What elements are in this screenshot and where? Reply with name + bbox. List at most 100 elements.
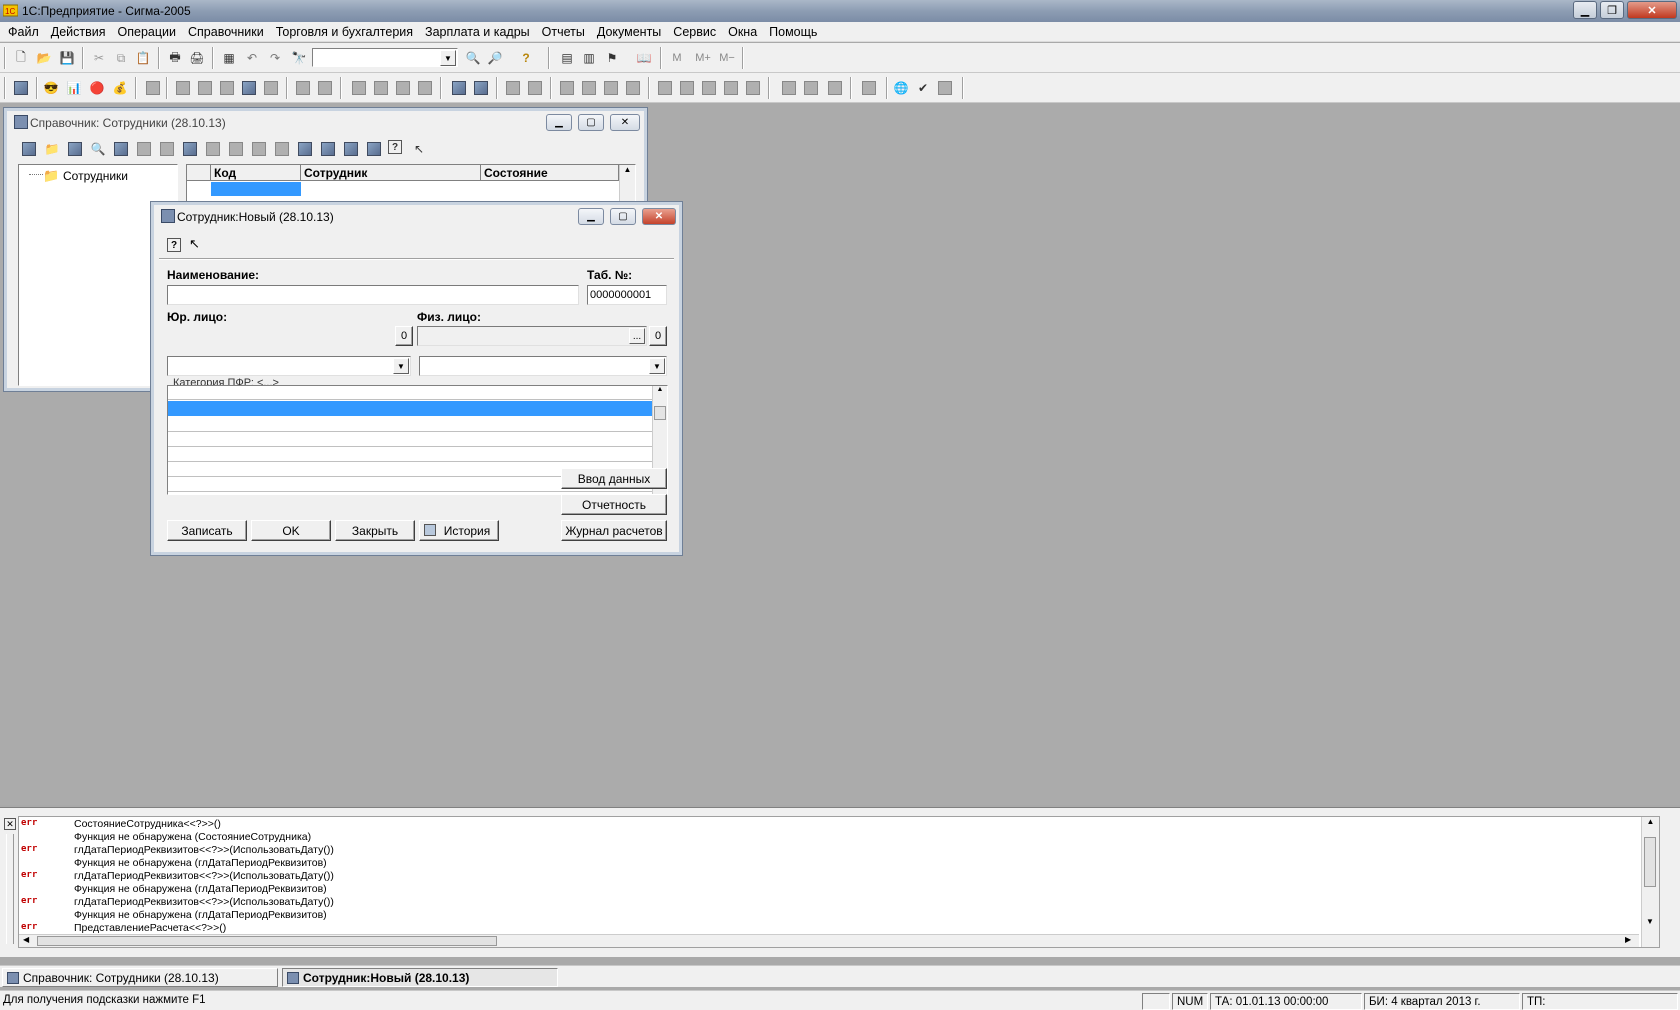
delete-row-icon[interactable]	[135, 140, 153, 158]
directory-window-titlebar[interactable]: Справочник: Сотрудники (28.10.13) ▁ ▢ ✕	[8, 112, 643, 134]
new-row-icon[interactable]	[20, 140, 38, 158]
toolbar-misc-icon-4[interactable]	[580, 79, 598, 97]
copy-icon[interactable]: ⧉	[112, 49, 130, 67]
chevron-up-icon[interactable]: ▲	[1642, 817, 1659, 826]
refresh-icon[interactable]	[319, 140, 337, 158]
subgrid-row[interactable]	[168, 417, 652, 432]
close-form-button[interactable]: Закрыть	[335, 520, 415, 541]
individual-counter[interactable]: 0	[649, 326, 667, 346]
directory-maximize-button[interactable]: ▢	[578, 114, 604, 131]
task-directory-window[interactable]: Справочник: Сотрудники (28.10.13)	[2, 968, 278, 987]
menu-salary[interactable]: Зарплата и кадры	[419, 25, 536, 39]
column-header-employee[interactable]: Сотрудник	[301, 165, 481, 181]
reporting-button[interactable]: Отчетность	[561, 494, 667, 515]
redo-icon[interactable]: ↷	[266, 49, 284, 67]
toolbar-misc-icon-10[interactable]	[722, 79, 740, 97]
toolbar-doc-icon-5[interactable]	[240, 79, 258, 97]
toolbar-doc-icon-4[interactable]	[218, 79, 236, 97]
directory-close-button[interactable]: ✕	[610, 114, 640, 131]
form-maximize-button[interactable]: ▢	[610, 208, 636, 225]
paste-icon[interactable]: 📋	[134, 49, 152, 67]
subgrid-row[interactable]	[168, 386, 652, 400]
toolbar-doc-icon-1[interactable]	[144, 79, 162, 97]
selected-cell[interactable]	[211, 182, 301, 196]
chevron-left-icon[interactable]: ◀	[23, 935, 29, 944]
scroll-thumb[interactable]	[654, 406, 666, 420]
memory-button-mplus[interactable]: M+	[692, 49, 714, 67]
message-window-gripper[interactable]	[6, 834, 14, 944]
copy-row-icon[interactable]	[66, 140, 84, 158]
new-document-icon[interactable]: 🗋	[12, 49, 30, 67]
toolbar-misc-icon-9[interactable]	[700, 79, 718, 97]
tab-number-input[interactable]: 0000000001	[587, 285, 667, 305]
toolbar-misc-icon-13[interactable]	[802, 79, 820, 97]
journal-icon-2[interactable]	[472, 79, 490, 97]
message-list[interactable]: err СостояниеСотрудника<<?>>() Функция не…	[18, 816, 1660, 948]
name-input[interactable]	[167, 285, 579, 305]
toolbar-report-icon-6[interactable]	[416, 79, 434, 97]
toolbar-misc-icon-5[interactable]	[602, 79, 620, 97]
chevron-up-icon[interactable]: ▲	[653, 386, 667, 393]
data-entry-button[interactable]: Ввод данных	[561, 468, 667, 489]
toolbar-report-icon-5[interactable]	[394, 79, 412, 97]
filter-off-icon[interactable]	[250, 140, 268, 158]
menu-file[interactable]: Файл	[2, 25, 45, 39]
cut-icon[interactable]: ✂	[90, 49, 108, 67]
toolbar-report-icon-3[interactable]	[350, 79, 368, 97]
open-folder-icon[interactable]: 📂	[35, 49, 53, 67]
toolbar-misc-icon-15[interactable]	[860, 79, 878, 97]
restore-button[interactable]: ❐	[1600, 1, 1624, 19]
book-icon[interactable]: 📖	[635, 49, 653, 67]
memory-button-mminus[interactable]: M−	[716, 49, 738, 67]
undo-icon[interactable]: ↶	[243, 49, 261, 67]
menu-trade[interactable]: Торговля и бухгалтерия	[270, 25, 419, 39]
sort-icon[interactable]	[273, 140, 291, 158]
scroll-thumb[interactable]	[1644, 837, 1656, 887]
toolbar-report-icon-2[interactable]	[316, 79, 334, 97]
form-close-button[interactable]: ✕	[642, 208, 676, 225]
toolbar-report-icon-4[interactable]	[372, 79, 390, 97]
toolbar-doc-icon-2[interactable]	[174, 79, 192, 97]
minimize-button[interactable]: ▁	[1573, 1, 1597, 19]
move-icon[interactable]	[181, 140, 199, 158]
money-bag-icon[interactable]: 💰	[111, 79, 129, 97]
subgrid-row-selected[interactable]	[168, 401, 652, 416]
chevron-down-icon[interactable]: ▼	[649, 358, 665, 374]
toolbar-misc-icon-1[interactable]	[504, 79, 522, 97]
help-question-icon[interactable]: ?	[388, 140, 402, 154]
mark-delete-icon[interactable]	[158, 140, 176, 158]
find-prev-icon[interactable]: 🔎	[486, 49, 504, 67]
employee-form-titlebar[interactable]: Сотрудник:Новый (28.10.13) ▁ ▢ ✕	[155, 206, 678, 228]
toolbar-misc-icon-2[interactable]	[526, 79, 544, 97]
checkmark-icon[interactable]: ✔	[914, 79, 932, 97]
print-icon[interactable]: 🖶	[166, 49, 184, 67]
zoom-icon[interactable]: 🔍	[89, 140, 107, 158]
context-help-icon[interactable]: ↖	[410, 140, 428, 158]
text-doc-icon[interactable]: ▥	[580, 49, 598, 67]
message-window-close-icon[interactable]: ✕	[4, 818, 16, 830]
chevron-down-icon[interactable]: ▼	[393, 358, 409, 374]
toolbar-doc-icon-6[interactable]	[262, 79, 280, 97]
tree-item-employees[interactable]: Сотрудники	[63, 169, 128, 183]
config-icon[interactable]	[12, 79, 30, 97]
chevron-down-icon[interactable]: ▼	[1642, 917, 1658, 926]
directory-minimize-button[interactable]: ▁	[546, 114, 572, 131]
toolbar-misc-icon-3[interactable]	[558, 79, 576, 97]
chevron-down-icon[interactable]: ▼	[440, 50, 456, 66]
toolbar-misc-icon-12[interactable]	[780, 79, 798, 97]
print-list-icon[interactable]	[296, 140, 314, 158]
scroll-thumb[interactable]	[37, 936, 497, 946]
menu-operations[interactable]: Операции	[112, 25, 182, 39]
table-icon[interactable]: ▤	[558, 49, 576, 67]
ok-button[interactable]: OK	[251, 520, 331, 541]
journal-icon[interactable]	[450, 79, 468, 97]
close-button[interactable]: ✕	[1627, 1, 1677, 19]
toolbar-misc-icon-14[interactable]	[826, 79, 844, 97]
legal-entity-dropdown[interactable]: ▼	[167, 356, 411, 376]
individual-dropdown[interactable]: ▼	[419, 356, 667, 376]
chart-color-icon[interactable]: 📊	[65, 79, 83, 97]
history-button[interactable]: История	[419, 520, 499, 541]
toolbar-misc-icon-6[interactable]	[624, 79, 642, 97]
toolbar-misc-icon-7[interactable]	[656, 79, 674, 97]
message-vscrollbar[interactable]: ▲ ▼	[1641, 817, 1659, 947]
